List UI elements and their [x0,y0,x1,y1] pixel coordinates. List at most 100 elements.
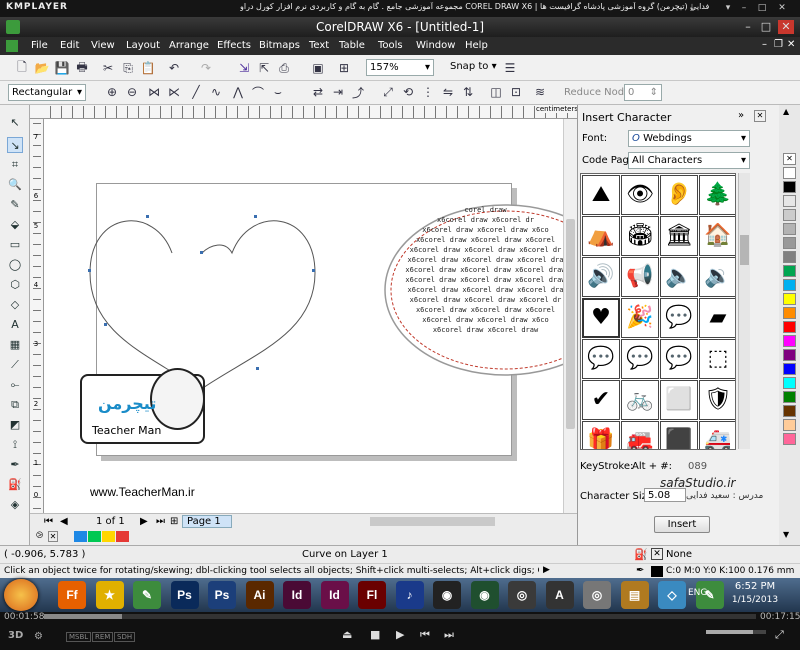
glyph-cell[interactable]: ⬜ [660,380,698,420]
color-swatch[interactable] [783,223,796,235]
smart-fill-icon[interactable]: ⬙ [7,217,23,233]
add-page-icon[interactable]: ⊞ [170,516,178,527]
language-indicator[interactable]: ENG [688,588,707,598]
eyedropper-tool-icon[interactable]: ⟟ [7,437,23,453]
doc-swatch[interactable] [74,531,87,542]
clock-date[interactable]: 1/15/2013 [725,595,785,605]
player-maximize-button[interactable]: □ [756,3,768,14]
delete-node-icon[interactable]: ⊖ [124,84,140,100]
glyph-cell[interactable]: 🌲 [699,175,735,215]
application-launcher-icon[interactable]: ▣ [310,60,326,76]
connector-tool-icon[interactable]: ⟜ [7,377,23,393]
glyph-cell[interactable]: 🔉 [699,257,735,297]
outline-tool-icon[interactable]: ✒ [7,457,23,473]
glyph-scroll-thumb[interactable] [740,235,749,265]
taskbar-app-icon[interactable]: Id [320,581,349,609]
copy-icon[interactable]: ⎘ [120,60,136,76]
3d-toggle-icon[interactable]: 3D [8,630,23,641]
scroll-thumb[interactable] [566,219,575,429]
basic-shapes-icon[interactable]: ◇ [7,297,23,313]
menu-window[interactable]: Window [416,40,455,51]
fill-none-swatch[interactable]: ✕ [651,548,663,560]
color-swatch[interactable] [783,279,796,291]
menu-table[interactable]: Table [339,40,365,51]
color-swatch[interactable] [783,433,796,445]
glyph-cell[interactable]: 🛡 [699,380,735,420]
shape-tool-icon[interactable]: ↘ [7,137,23,153]
glyph-cell[interactable]: 💬 [660,339,698,379]
smooth-node-icon[interactable]: ⌒ [250,84,266,100]
tag-msbl[interactable]: MSBL [66,632,92,642]
code-page-combo[interactable]: All Characters ▾ [628,152,750,169]
glyph-cell[interactable]: 🚲 [621,380,659,420]
glyph-cell[interactable]: 🏠 [699,216,735,256]
glyph-cell[interactable]: ⬚ [699,339,735,379]
elastic-mode-icon[interactable]: ◫ [488,84,504,100]
clock-time[interactable]: 6:52 PM [725,581,785,592]
new-document-icon[interactable]: 🗋 [14,60,30,76]
select-all-nodes-icon[interactable]: ⊡ [508,84,524,100]
tag-sdh[interactable]: SDH [114,632,136,642]
menu-bitmaps[interactable]: Bitmaps [259,40,300,51]
glyph-cell[interactable]: 💬 [621,339,659,379]
font-combo[interactable]: O Webdings ▾ [628,130,750,147]
join-nodes-icon[interactable]: ⋈ [146,84,162,100]
glyph-cell[interactable]: 🏟 [621,216,659,256]
glyph-scrollbar[interactable] [738,173,750,449]
stop-icon[interactable]: ■ [370,628,380,641]
mirror-h-icon[interactable]: ⇋ [440,84,456,100]
start-button[interactable] [4,579,38,611]
taskbar-app-icon[interactable]: A [545,581,574,609]
insert-button[interactable]: Insert [654,516,710,533]
color-swatch[interactable] [783,377,796,389]
zoom-level-combo[interactable]: 157% ▾ [366,59,434,76]
docker-expand-icon[interactable]: » [738,110,744,121]
menu-help[interactable]: Help [465,40,488,51]
dimension-tool-icon[interactable]: ⟋ [7,357,23,373]
taskbar-app-icon[interactable]: ♪ [395,581,424,609]
fill-tool-icon[interactable]: ⛽ [7,477,23,493]
next-page-icon[interactable]: ▶ [140,516,148,527]
extract-subpath-icon[interactable]: ⤴ [350,84,366,100]
blend-tool-icon[interactable]: ⧉ [7,397,23,413]
color-swatch[interactable] [783,293,796,305]
color-swatch[interactable] [783,405,796,417]
taskbar-app-icon[interactable]: ◎ [583,581,611,609]
color-swatch[interactable] [783,391,796,403]
taskbar-app-icon[interactable]: ▤ [620,581,649,609]
glyph-cell[interactable]: ✔ [582,380,620,420]
print-icon[interactable]: 🖶 [74,60,90,76]
character-size-input[interactable]: 5.08 [644,488,686,502]
import-icon[interactable]: ⇲ [236,60,252,76]
volume-slider[interactable] [706,630,766,634]
taskbar-app-icon[interactable]: ◉ [433,581,461,609]
palette-scroll-down-icon[interactable]: ▼ [783,530,789,539]
welcome-screen-icon[interactable]: ⊞ [336,60,352,76]
no-color-swatch[interactable]: ✕ [48,531,58,542]
color-swatch[interactable] [783,167,796,179]
glyph-cell[interactable]: ⛺ [582,216,620,256]
minimize-button[interactable]: – [740,20,756,34]
color-swatch[interactable] [783,237,796,249]
color-swatch[interactable] [783,363,796,375]
mirror-v-icon[interactable]: ⇅ [460,84,476,100]
to-line-icon[interactable]: ╱ [188,84,204,100]
menu-arrange[interactable]: Arrange [169,40,209,51]
pick-tool-icon[interactable]: ↖ [7,115,23,131]
glyph-cell[interactable]: ⛰ [582,175,620,215]
fullscreen-icon[interactable]: ⤢ [775,628,784,642]
interactive-fill-icon[interactable]: ◈ [7,497,23,513]
menu-effects[interactable]: Effects [217,40,251,51]
taskbar-app-icon[interactable]: Ai [245,581,274,609]
cusp-node-icon[interactable]: ⋀ [230,84,246,100]
table-tool-icon[interactable]: ▦ [7,337,23,353]
tag-rem[interactable]: REM [92,632,114,642]
cut-icon[interactable]: ✂ [100,60,116,76]
taskbar-app-icon[interactable]: Id [283,581,311,609]
reduce-nodes-spinner[interactable]: 0 ⇕ [624,84,662,101]
menu-edit[interactable]: Edit [60,40,79,51]
crop-tool-icon[interactable]: ⌗ [7,157,23,173]
glyph-cell[interactable]: 💬 [582,339,620,379]
first-page-icon[interactable]: ⏮ [44,516,53,527]
break-curve-icon[interactable]: ⋉ [166,84,182,100]
